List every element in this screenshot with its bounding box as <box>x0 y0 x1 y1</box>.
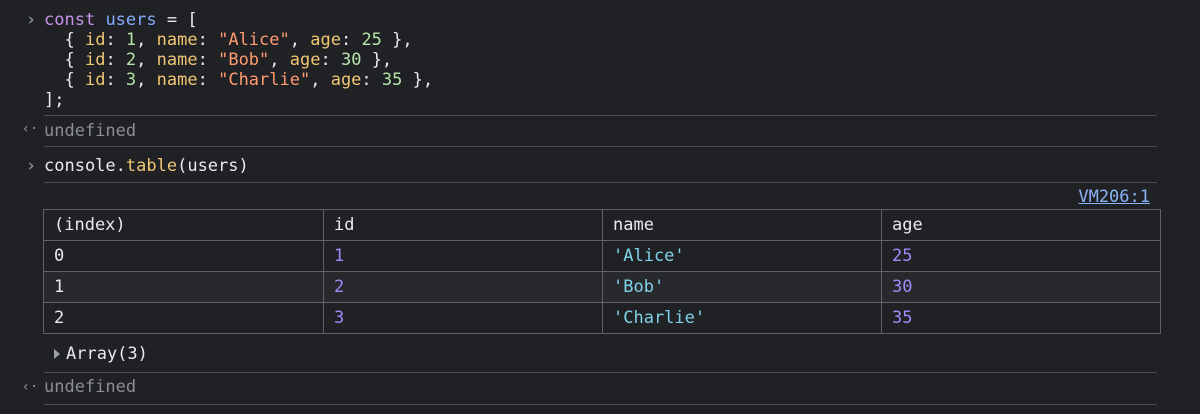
return-arrow-icon: ‹· <box>21 121 39 137</box>
punctuation: , <box>310 70 331 90</box>
console-result-entry: ‹· undefined <box>22 121 1157 141</box>
cell-name: 'Alice' <box>602 240 882 272</box>
property-key: name <box>156 50 198 70</box>
punctuation: , <box>136 30 157 50</box>
entry-divider <box>44 372 1157 373</box>
punctuation: { <box>44 30 85 50</box>
code-line: { id: 3, name: "Charlie", age: 35 }, <box>44 70 1157 90</box>
code-line: console.table(users) <box>44 156 1157 176</box>
entry-divider <box>44 115 1157 116</box>
cell-index: 2 <box>43 302 324 334</box>
code-line: const users = [ <box>44 10 1157 30</box>
property-key: id <box>84 70 106 90</box>
variable-name: users <box>105 10 157 30</box>
console-result-entry: ‹· undefined <box>22 377 137 397</box>
punctuation: : <box>340 30 362 50</box>
code-line: { id: 1, name: "Alice", age: 25 }, <box>44 30 1157 50</box>
string-literal: "Bob" <box>218 50 270 70</box>
punctuation: , <box>269 50 290 70</box>
return-arrow-icon: ‹· <box>21 379 39 395</box>
punctuation: : <box>197 30 219 50</box>
prompt-chevron-icon: › <box>25 156 37 176</box>
code-line: ]; <box>44 90 1157 110</box>
devtools-console: › const users = [ { id: 1, name: "Alice"… <box>0 0 1200 414</box>
cell-id: 3 <box>323 302 603 334</box>
column-header-age[interactable]: age <box>881 209 1161 241</box>
number-literal: 25 <box>361 30 382 50</box>
entry-divider <box>44 404 1157 405</box>
punctuation: : <box>197 50 219 70</box>
array-expander[interactable]: Array(3) <box>54 344 148 364</box>
punctuation: { <box>44 50 85 70</box>
cell-index: 1 <box>43 271 324 303</box>
property-key: age <box>310 30 341 50</box>
column-header-index[interactable]: (index) <box>43 209 324 241</box>
table-row: 2 3 'Charlie' 35 <box>43 302 1161 334</box>
keyword: const <box>44 10 96 30</box>
console-table: (index) id name age 0 1 'Alice' 25 1 2 '… <box>43 209 1161 334</box>
array-label: Array(3) <box>66 344 148 364</box>
punctuation: { <box>44 70 85 90</box>
punctuation: : <box>361 70 382 90</box>
punctuation: }, <box>361 50 393 70</box>
cell-age: 30 <box>881 271 1161 303</box>
method-name: table <box>125 156 178 176</box>
cell-name: 'Charlie' <box>602 302 882 334</box>
entry-divider <box>44 146 1157 147</box>
punctuation: , <box>136 50 157 70</box>
number-literal: 3 <box>125 70 137 90</box>
punctuation: }, <box>402 70 434 90</box>
console-input-entry[interactable]: › console.table(users) <box>26 156 1157 176</box>
table-row: 1 2 'Bob' 30 <box>43 271 1161 303</box>
string-literal: "Charlie" <box>218 70 311 90</box>
punctuation: = [ <box>156 10 198 30</box>
punctuation: , <box>289 30 311 50</box>
property-key: name <box>156 30 198 50</box>
punctuation: : <box>197 70 219 90</box>
result-value: undefined <box>44 377 137 397</box>
punctuation: , <box>136 70 157 90</box>
punctuation: }, <box>381 30 413 50</box>
string-literal: "Alice" <box>218 30 290 50</box>
number-literal: 30 <box>340 50 362 70</box>
property-key: age <box>289 50 321 70</box>
object-name: console <box>44 156 116 176</box>
cell-age: 25 <box>881 240 1161 272</box>
prompt-chevron-icon: › <box>25 10 37 30</box>
table-header-row: (index) id name age <box>43 209 1161 241</box>
property-key: id <box>84 50 106 70</box>
cell-name: 'Bob' <box>602 271 882 303</box>
cell-id: 1 <box>323 240 603 272</box>
cell-id: 2 <box>323 271 603 303</box>
number-literal: 35 <box>381 70 403 90</box>
property-key: name <box>156 70 198 90</box>
cell-age: 35 <box>881 302 1161 334</box>
property-key: age <box>330 70 362 90</box>
punctuation: . <box>115 156 126 176</box>
punctuation: : <box>105 50 126 70</box>
number-literal: 2 <box>125 50 137 70</box>
column-header-id[interactable]: id <box>323 209 603 241</box>
call-arguments: (users) <box>177 156 249 176</box>
entry-divider <box>44 182 1157 183</box>
table-row: 0 1 'Alice' 25 <box>43 240 1161 272</box>
punctuation: : <box>105 30 126 50</box>
source-location-link[interactable]: VM206:1 <box>1078 187 1150 207</box>
expand-triangle-icon[interactable] <box>54 349 60 359</box>
punctuation: ]; <box>44 90 65 110</box>
number-literal: 1 <box>125 30 137 50</box>
cell-index: 0 <box>43 240 324 272</box>
property-key: id <box>84 30 106 50</box>
column-header-name[interactable]: name <box>602 209 882 241</box>
console-input-entry[interactable]: › const users = [ { id: 1, name: "Alice"… <box>26 10 1157 110</box>
punctuation: : <box>105 70 126 90</box>
result-value: undefined <box>44 121 137 141</box>
code-line: { id: 2, name: "Bob", age: 30 }, <box>44 50 1157 70</box>
punctuation: : <box>320 50 341 70</box>
